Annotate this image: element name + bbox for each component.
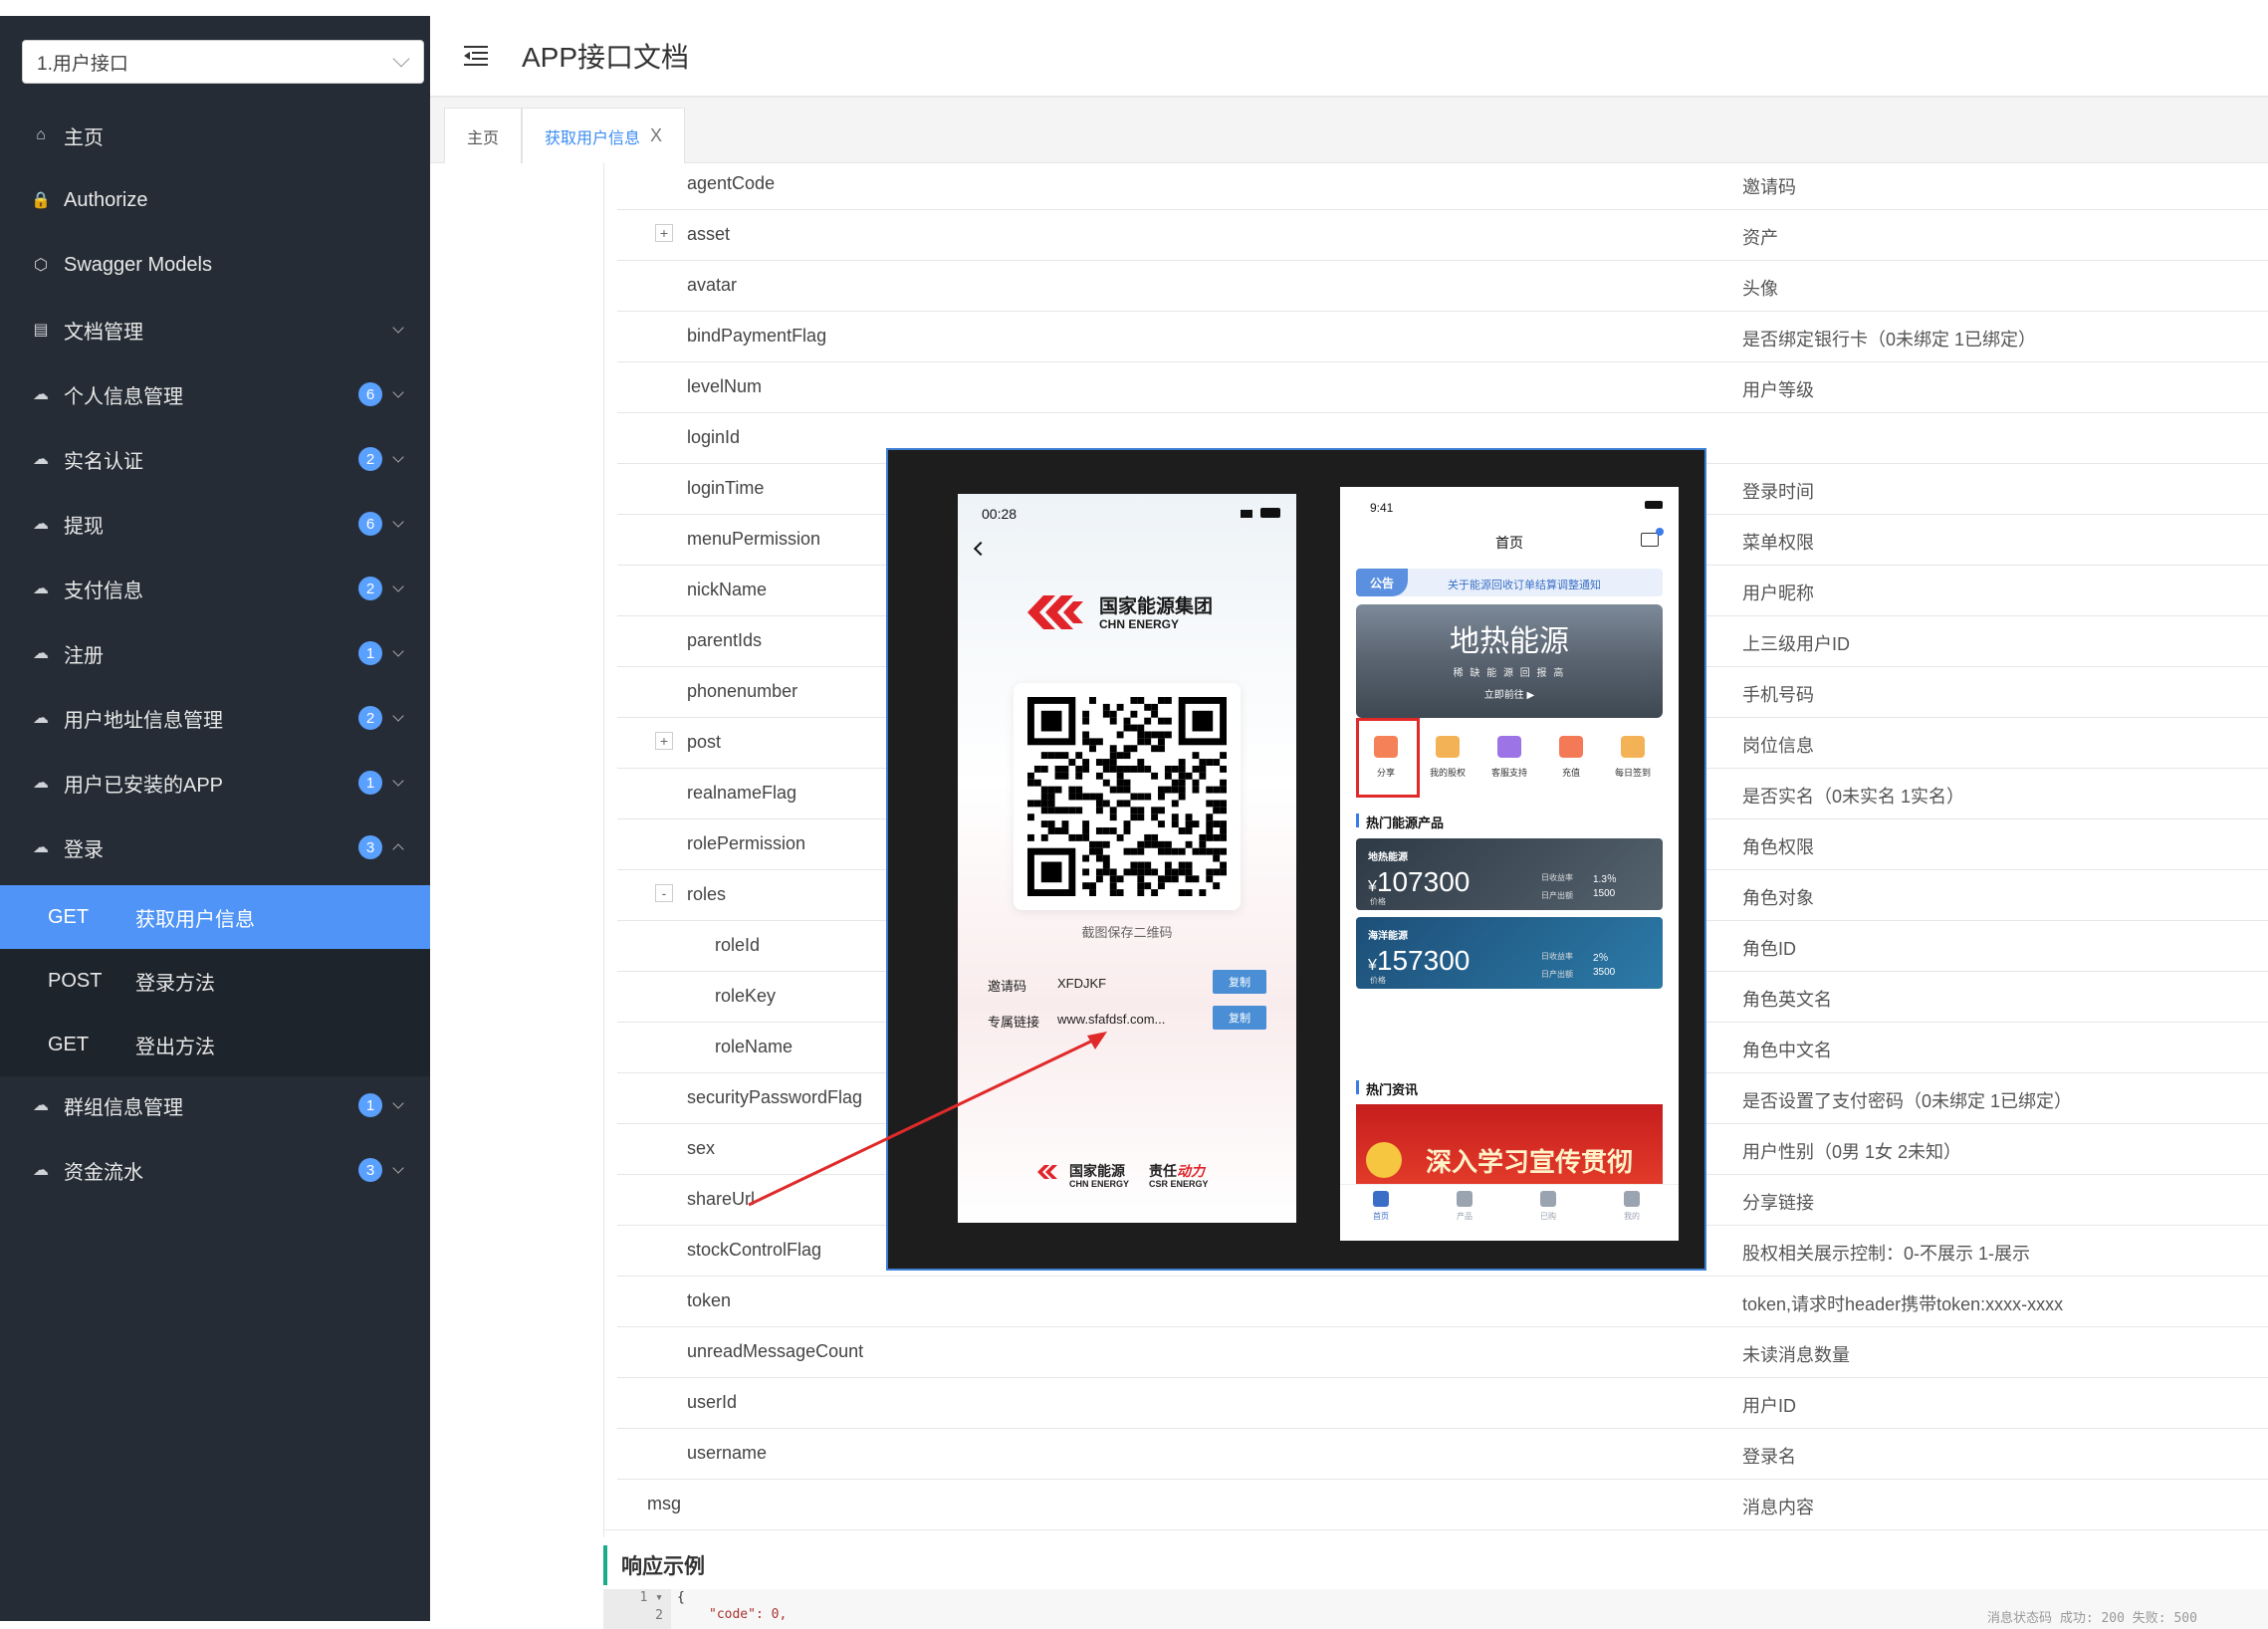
annotation-arrow bbox=[0, 0, 2268, 1621]
